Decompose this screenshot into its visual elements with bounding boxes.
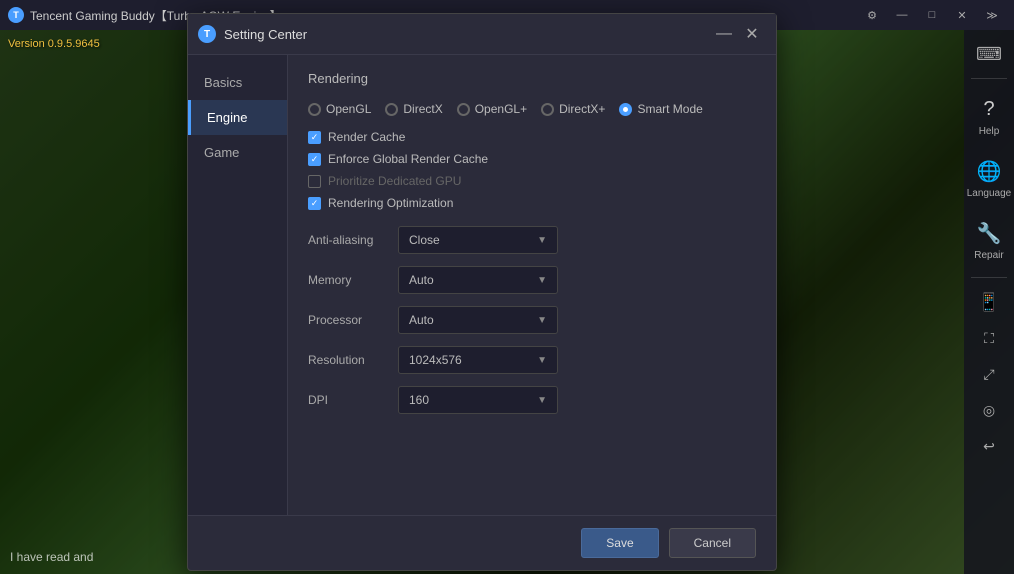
resize-icon-btn[interactable]: ⤢ xyxy=(975,360,1003,388)
sidebar-divider-1 xyxy=(971,78,1007,79)
nav-item-engine[interactable]: Engine xyxy=(188,100,287,135)
checkbox-enforce-global[interactable]: Enforce Global Render Cache xyxy=(308,152,756,166)
processor-select[interactable]: Auto ▼ xyxy=(398,306,558,334)
processor-label: Processor xyxy=(308,313,388,327)
sidebar-divider-2 xyxy=(971,277,1007,278)
help-icon: ? xyxy=(975,95,1003,123)
memory-value: Auto xyxy=(409,273,434,287)
memory-row: Memory Auto ▼ xyxy=(308,266,756,294)
radio-directx-label: DirectX xyxy=(403,102,442,116)
radio-directxplus-label: DirectX+ xyxy=(559,102,605,116)
radio-openglplus[interactable]: OpenGL+ xyxy=(457,102,527,116)
checkbox-enforce-global-label: Enforce Global Render Cache xyxy=(328,152,488,166)
checkbox-rendering-opt-label: Rendering Optimization xyxy=(328,196,453,210)
repair-icon: 🔧 xyxy=(975,219,1003,247)
setting-center-dialog: T Setting Center — ✕ Basics Engine Game … xyxy=(187,13,777,571)
dialog-footer: Save Cancel xyxy=(188,515,776,570)
resolution-row: Resolution 1024x576 ▼ xyxy=(308,346,756,374)
checkbox-render-cache-box xyxy=(308,131,321,144)
radio-directxplus[interactable]: DirectX+ xyxy=(541,102,605,116)
titlebar-minimize-btn[interactable]: — xyxy=(888,3,916,27)
checkbox-enforce-global-box xyxy=(308,153,321,166)
dpi-label: DPI xyxy=(308,393,388,407)
memory-select[interactable]: Auto ▼ xyxy=(398,266,558,294)
anti-aliasing-value: Close xyxy=(409,233,440,247)
right-sidebar: ⌨ ? Help 🌐 Language 🔧 Repair 📱 ⛶ ⤢ ◎ ↩ xyxy=(964,30,1014,574)
resolution-select[interactable]: 1024x576 ▼ xyxy=(398,346,558,374)
dialog-close-btn[interactable]: ✕ xyxy=(742,24,762,44)
dialog-titlebar: T Setting Center — ✕ xyxy=(188,14,776,55)
radio-opengl-label: OpenGL xyxy=(326,102,371,116)
language-icon: 🌐 xyxy=(975,157,1003,185)
keyboard-icon-btn[interactable]: ⌨ xyxy=(975,40,1003,68)
checkbox-prioritize-gpu-box xyxy=(308,175,321,188)
radio-smartmode-circle xyxy=(619,103,632,116)
anti-aliasing-arrow-icon: ▼ xyxy=(537,235,547,246)
dpi-select[interactable]: 160 ▼ xyxy=(398,386,558,414)
dialog-minimize-btn[interactable]: — xyxy=(714,24,734,44)
memory-arrow-icon: ▼ xyxy=(537,275,547,286)
render-checkbox-group: Render Cache Enforce Global Render Cache… xyxy=(308,130,756,210)
titlebar-sidebar-btn[interactable]: ≫ xyxy=(978,3,1006,27)
checkbox-prioritize-gpu-label: Prioritize Dedicated GPU xyxy=(328,174,461,188)
titlebar-close-btn[interactable]: ✕ xyxy=(948,3,976,27)
checkbox-prioritize-gpu[interactable]: Prioritize Dedicated GPU xyxy=(308,174,756,188)
processor-arrow-icon: ▼ xyxy=(537,315,547,326)
anti-aliasing-label: Anti-aliasing xyxy=(308,233,388,247)
dialog-body: Basics Engine Game Rendering OpenGL Dire… xyxy=(188,55,776,515)
dialog-icon: T xyxy=(198,25,216,43)
titlebar-controls: ⚙ — □ ✕ ≫ xyxy=(858,3,1006,27)
render-mode-group: OpenGL DirectX OpenGL+ DirectX+ xyxy=(308,102,756,116)
titlebar-maximize-btn[interactable]: □ xyxy=(918,3,946,27)
dpi-row: DPI 160 ▼ xyxy=(308,386,756,414)
radio-directx[interactable]: DirectX xyxy=(385,102,442,116)
checkbox-rendering-opt-box xyxy=(308,197,321,210)
resolution-value: 1024x576 xyxy=(409,353,462,367)
resolution-label: Resolution xyxy=(308,353,388,367)
checkbox-render-cache[interactable]: Render Cache xyxy=(308,130,756,144)
dialog-backdrop: T Setting Center — ✕ Basics Engine Game … xyxy=(0,30,964,574)
sidebar-item-repair[interactable]: 🔧 Repair xyxy=(967,213,1011,267)
sidebar-item-language[interactable]: 🌐 Language xyxy=(967,151,1011,205)
cancel-button[interactable]: Cancel xyxy=(669,528,756,558)
nav-item-basics[interactable]: Basics xyxy=(188,65,287,100)
processor-row: Processor Auto ▼ xyxy=(308,306,756,334)
phone-icon-btn[interactable]: 📱 xyxy=(975,288,1003,316)
radio-directx-circle xyxy=(385,103,398,116)
radio-smartmode-label: Smart Mode xyxy=(637,102,702,116)
dialog-nav: Basics Engine Game xyxy=(188,55,288,515)
resolution-arrow-icon: ▼ xyxy=(537,355,547,366)
save-button[interactable]: Save xyxy=(581,528,658,558)
anti-aliasing-row: Anti-aliasing Close ▼ xyxy=(308,226,756,254)
anti-aliasing-select[interactable]: Close ▼ xyxy=(398,226,558,254)
memory-label: Memory xyxy=(308,273,388,287)
processor-value: Auto xyxy=(409,313,434,327)
fullscreen-icon-btn[interactable]: ⛶ xyxy=(975,324,1003,352)
sidebar-item-help[interactable]: ? Help xyxy=(967,89,1011,143)
nav-item-game[interactable]: Game xyxy=(188,135,287,170)
checkbox-render-cache-label: Render Cache xyxy=(328,130,405,144)
dpi-value: 160 xyxy=(409,393,429,407)
record-icon-btn[interactable]: ◎ xyxy=(975,396,1003,424)
app-icon: T xyxy=(8,7,24,23)
radio-opengl[interactable]: OpenGL xyxy=(308,102,371,116)
help-label: Help xyxy=(979,126,1000,137)
radio-smartmode[interactable]: Smart Mode xyxy=(619,102,702,116)
checkbox-rendering-opt[interactable]: Rendering Optimization xyxy=(308,196,756,210)
repair-label: Repair xyxy=(974,250,1003,261)
radio-openglplus-label: OpenGL+ xyxy=(475,102,527,116)
radio-openglplus-circle xyxy=(457,103,470,116)
dpi-arrow-icon: ▼ xyxy=(537,395,547,406)
dialog-title: Setting Center xyxy=(224,27,714,42)
back-icon-btn[interactable]: ↩ xyxy=(975,432,1003,460)
radio-directxplus-circle xyxy=(541,103,554,116)
rendering-section-title: Rendering xyxy=(308,71,756,90)
language-label: Language xyxy=(967,188,1012,199)
radio-opengl-circle xyxy=(308,103,321,116)
titlebar-settings-btn[interactable]: ⚙ xyxy=(858,3,886,27)
dialog-content: Rendering OpenGL DirectX OpenGL+ xyxy=(288,55,776,515)
